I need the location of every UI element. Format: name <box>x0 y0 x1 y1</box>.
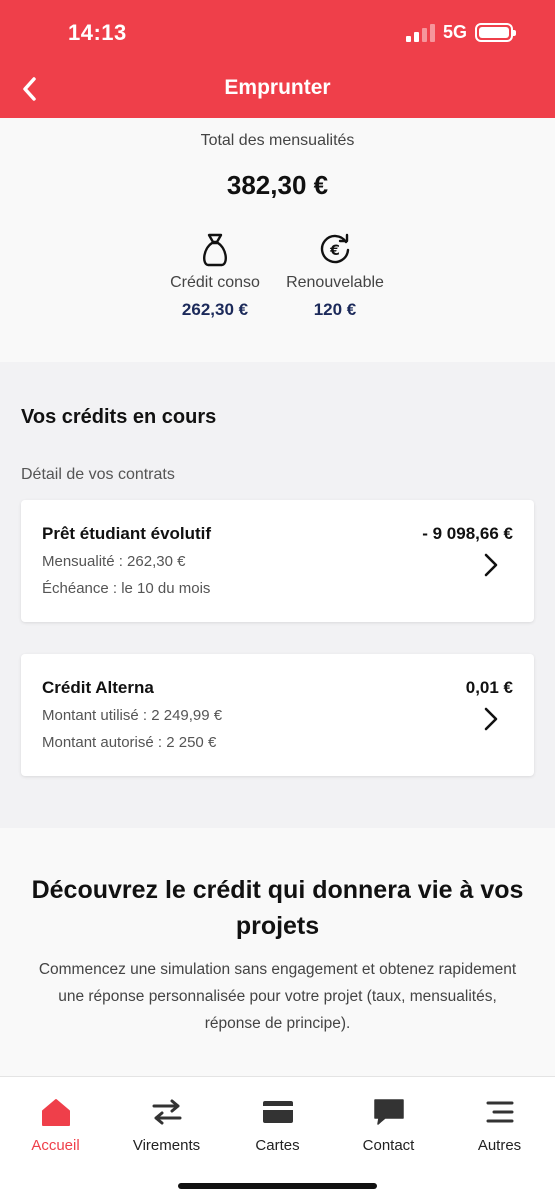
summary-item-value: 262,30 € <box>181 300 249 319</box>
chevron-right-icon <box>484 553 498 577</box>
tab-label: Cartes <box>255 1137 300 1154</box>
contract-name: Crédit Alterna <box>42 678 154 697</box>
transfer-icon <box>152 1099 181 1125</box>
status-icons: 5G <box>405 22 516 43</box>
section-title: Vos crédits en cours <box>21 406 217 428</box>
bottom-tab-bar: Accueil Virements Cartes Contact Autres <box>0 1076 555 1200</box>
tab-label: Autres <box>477 1137 522 1154</box>
menu-icon <box>486 1101 513 1123</box>
tab-label: Contact <box>362 1137 415 1154</box>
tab-virements[interactable]: Virements <box>111 1095 222 1154</box>
home-indicator <box>178 1183 377 1189</box>
contract-card-pret-etudiant[interactable]: Prêt étudiant évolutif - 9 098,66 € Mens… <box>21 500 534 622</box>
contract-card-credit-alterna[interactable]: Crédit Alterna 0,01 € Montant utilisé : … <box>21 654 534 776</box>
contract-amount: - 9 098,66 € <box>422 524 513 543</box>
tab-autres[interactable]: Autres <box>444 1095 555 1154</box>
home-icon <box>41 1099 70 1126</box>
tab-cartes[interactable]: Cartes <box>222 1095 333 1154</box>
contract-amount: 0,01 € <box>465 678 513 697</box>
battery-icon <box>475 23 516 42</box>
current-credits-section: Vos crédits en cours Détail de vos contr… <box>0 362 555 828</box>
summary-item-name: Crédit conso <box>170 274 260 291</box>
signal-icon <box>405 23 435 42</box>
promo-title: Découvrez le crédit qui donnera vie à vo… <box>31 876 524 940</box>
contract-detail: Mensualité : 262,30 € <box>42 553 186 570</box>
contract-name: Prêt étudiant évolutif <box>42 524 212 543</box>
total-label: Total des mensualités <box>200 132 355 149</box>
summary-item-value: 120 € <box>313 300 357 319</box>
contract-detail: Montant autorisé : 2 250 € <box>42 734 217 751</box>
summary-renouvelable: € Renouvelable 120 € <box>270 232 400 320</box>
summary-item-name: Renouvelable <box>286 274 384 291</box>
chevron-right-icon <box>484 707 498 731</box>
tab-label: Virements <box>132 1137 201 1154</box>
tab-contact[interactable]: Contact <box>333 1095 444 1154</box>
contract-detail: Montant utilisé : 2 249,99 € <box>42 707 223 724</box>
contract-detail: Échéance : le 10 du mois <box>42 580 211 597</box>
svg-text:€: € <box>329 243 340 259</box>
network-label: 5G <box>442 22 467 42</box>
money-bag-icon <box>203 233 227 267</box>
total-amount: 382,30 € <box>226 170 329 200</box>
chat-icon <box>373 1099 404 1125</box>
euro-renew-icon: € <box>320 233 350 264</box>
status-time: 14:13 <box>68 20 127 45</box>
promo-section: Découvrez le crédit qui donnera vie à vo… <box>0 828 555 1076</box>
tab-label: Accueil <box>31 1137 80 1154</box>
app-header: 14:13 5G Emprunter <box>0 0 555 118</box>
section-subtitle: Détail de vos contrats <box>21 466 175 483</box>
page-title: Emprunter <box>224 76 331 99</box>
tab-accueil[interactable]: Accueil <box>0 1095 111 1154</box>
summary-credit-conso: Crédit conso 262,30 € <box>150 232 280 320</box>
card-icon <box>262 1101 293 1123</box>
monthly-summary: Total des mensualités 382,30 € Crédit co… <box>0 118 555 362</box>
promo-text: Commencez une simulation sans engagement… <box>38 961 517 1032</box>
